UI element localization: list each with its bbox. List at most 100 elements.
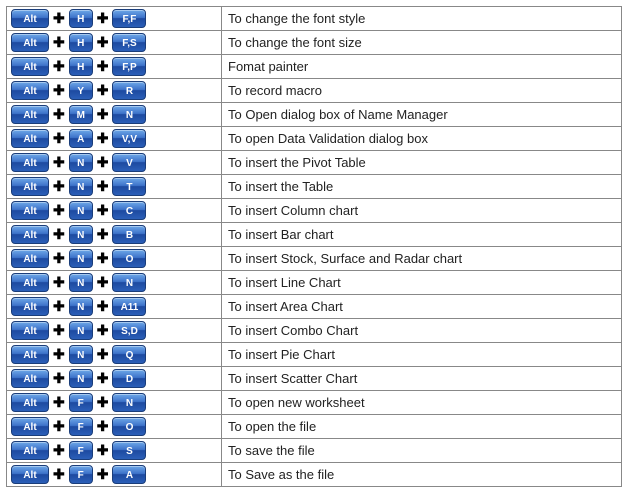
key-cap: R (112, 81, 146, 100)
plus-icon: ✚ (93, 418, 113, 435)
plus-icon: ✚ (93, 442, 113, 459)
plus-icon: ✚ (49, 394, 69, 411)
plus-icon: ✚ (93, 322, 113, 339)
shortcut-keys-cell: Alt✚F✚A (7, 463, 222, 487)
shortcut-description: To change the font size (222, 31, 622, 55)
key-cap: Q (112, 345, 146, 364)
table-row: Alt✚N✚DTo insert Scatter Chart (7, 367, 622, 391)
shortcut-keys-cell: Alt✚F✚S (7, 439, 222, 463)
shortcut-keys-cell: Alt✚H✚F,S (7, 31, 222, 55)
shortcut-keys-cell: Alt✚N✚S,D (7, 319, 222, 343)
shortcut-description: To insert Pie Chart (222, 343, 622, 367)
plus-icon: ✚ (49, 154, 69, 171)
table-row: Alt✚N✚S,DTo insert Combo Chart (7, 319, 622, 343)
shortcut-table: Alt✚H✚F,FTo change the font styleAlt✚H✚F… (6, 6, 622, 487)
plus-icon: ✚ (49, 442, 69, 459)
key-cap: N (69, 201, 93, 220)
table-row: Alt✚N✚VTo insert the Pivot Table (7, 151, 622, 175)
key-cap: F (69, 417, 93, 436)
shortcut-description: To insert Scatter Chart (222, 367, 622, 391)
key-cap: Alt (11, 249, 49, 268)
plus-icon: ✚ (49, 106, 69, 123)
plus-icon: ✚ (93, 82, 113, 99)
plus-icon: ✚ (93, 154, 113, 171)
key-cap: F (69, 441, 93, 460)
key-cap: Alt (11, 201, 49, 220)
key-cap: F,P (112, 57, 146, 76)
key-cap: O (112, 249, 146, 268)
shortcut-keys-cell: Alt✚A✚V,V (7, 127, 222, 151)
plus-icon: ✚ (93, 466, 113, 483)
shortcut-keys-cell: Alt✚M✚N (7, 103, 222, 127)
key-cap: A (112, 465, 146, 484)
key-cap: V,V (112, 129, 146, 148)
shortcut-description: To save the file (222, 439, 622, 463)
key-cap: N (112, 393, 146, 412)
key-cap: Alt (11, 105, 49, 124)
table-row: Alt✚Y✚RTo record macro (7, 79, 622, 103)
key-cap: F (69, 465, 93, 484)
shortcut-description: To open Data Validation dialog box (222, 127, 622, 151)
plus-icon: ✚ (49, 250, 69, 267)
key-cap: Alt (11, 33, 49, 52)
key-cap: N (69, 297, 93, 316)
shortcut-description: To insert Stock, Surface and Radar chart (222, 247, 622, 271)
key-cap: Alt (11, 153, 49, 172)
plus-icon: ✚ (49, 10, 69, 27)
plus-icon: ✚ (49, 82, 69, 99)
shortcut-keys-cell: Alt✚Y✚R (7, 79, 222, 103)
key-cap: N (69, 177, 93, 196)
table-row: Alt✚F✚ATo Save as the file (7, 463, 622, 487)
shortcut-keys-cell: Alt✚N✚V (7, 151, 222, 175)
key-cap: D (112, 369, 146, 388)
key-cap: Alt (11, 273, 49, 292)
key-cap: S (112, 441, 146, 460)
key-cap: Alt (11, 177, 49, 196)
plus-icon: ✚ (49, 130, 69, 147)
key-cap: Alt (11, 441, 49, 460)
plus-icon: ✚ (93, 394, 113, 411)
key-cap: Alt (11, 129, 49, 148)
table-row: Alt✚H✚F,FTo change the font style (7, 7, 622, 31)
plus-icon: ✚ (49, 58, 69, 75)
plus-icon: ✚ (93, 130, 113, 147)
key-cap: F (69, 393, 93, 412)
shortcut-keys-cell: Alt✚N✚C (7, 199, 222, 223)
table-row: Alt✚M✚NTo Open dialog box of Name Manage… (7, 103, 622, 127)
key-cap: N (69, 249, 93, 268)
table-row: Alt✚F✚OTo open the file (7, 415, 622, 439)
key-cap: Alt (11, 321, 49, 340)
key-cap: Alt (11, 345, 49, 364)
key-cap: N (69, 345, 93, 364)
table-row: Alt✚F✚NTo open new worksheet (7, 391, 622, 415)
key-cap: N (69, 153, 93, 172)
shortcut-keys-cell: Alt✚H✚F,F (7, 7, 222, 31)
key-cap: Alt (11, 393, 49, 412)
plus-icon: ✚ (93, 346, 113, 363)
table-row: Alt✚N✚BTo insert Bar chart (7, 223, 622, 247)
plus-icon: ✚ (49, 202, 69, 219)
shortcut-keys-cell: Alt✚N✚D (7, 367, 222, 391)
shortcut-keys-cell: Alt✚N✚N (7, 271, 222, 295)
shortcut-description: To change the font style (222, 7, 622, 31)
key-cap: M (69, 105, 93, 124)
shortcut-keys-cell: Alt✚N✚A11 (7, 295, 222, 319)
key-cap: H (69, 57, 93, 76)
plus-icon: ✚ (93, 226, 113, 243)
table-row: Alt✚A✚V,VTo open Data Validation dialog … (7, 127, 622, 151)
key-cap: V (112, 153, 146, 172)
plus-icon: ✚ (93, 58, 113, 75)
key-cap: T (112, 177, 146, 196)
key-cap: N (69, 321, 93, 340)
plus-icon: ✚ (49, 370, 69, 387)
key-cap: N (112, 273, 146, 292)
key-cap: Y (69, 81, 93, 100)
plus-icon: ✚ (93, 202, 113, 219)
shortcut-keys-cell: Alt✚F✚N (7, 391, 222, 415)
shortcut-description: To insert Area Chart (222, 295, 622, 319)
key-cap: Alt (11, 465, 49, 484)
key-cap: F,S (112, 33, 146, 52)
shortcut-description: To open the file (222, 415, 622, 439)
key-cap: N (69, 225, 93, 244)
table-row: Alt✚N✚OTo insert Stock, Surface and Rada… (7, 247, 622, 271)
